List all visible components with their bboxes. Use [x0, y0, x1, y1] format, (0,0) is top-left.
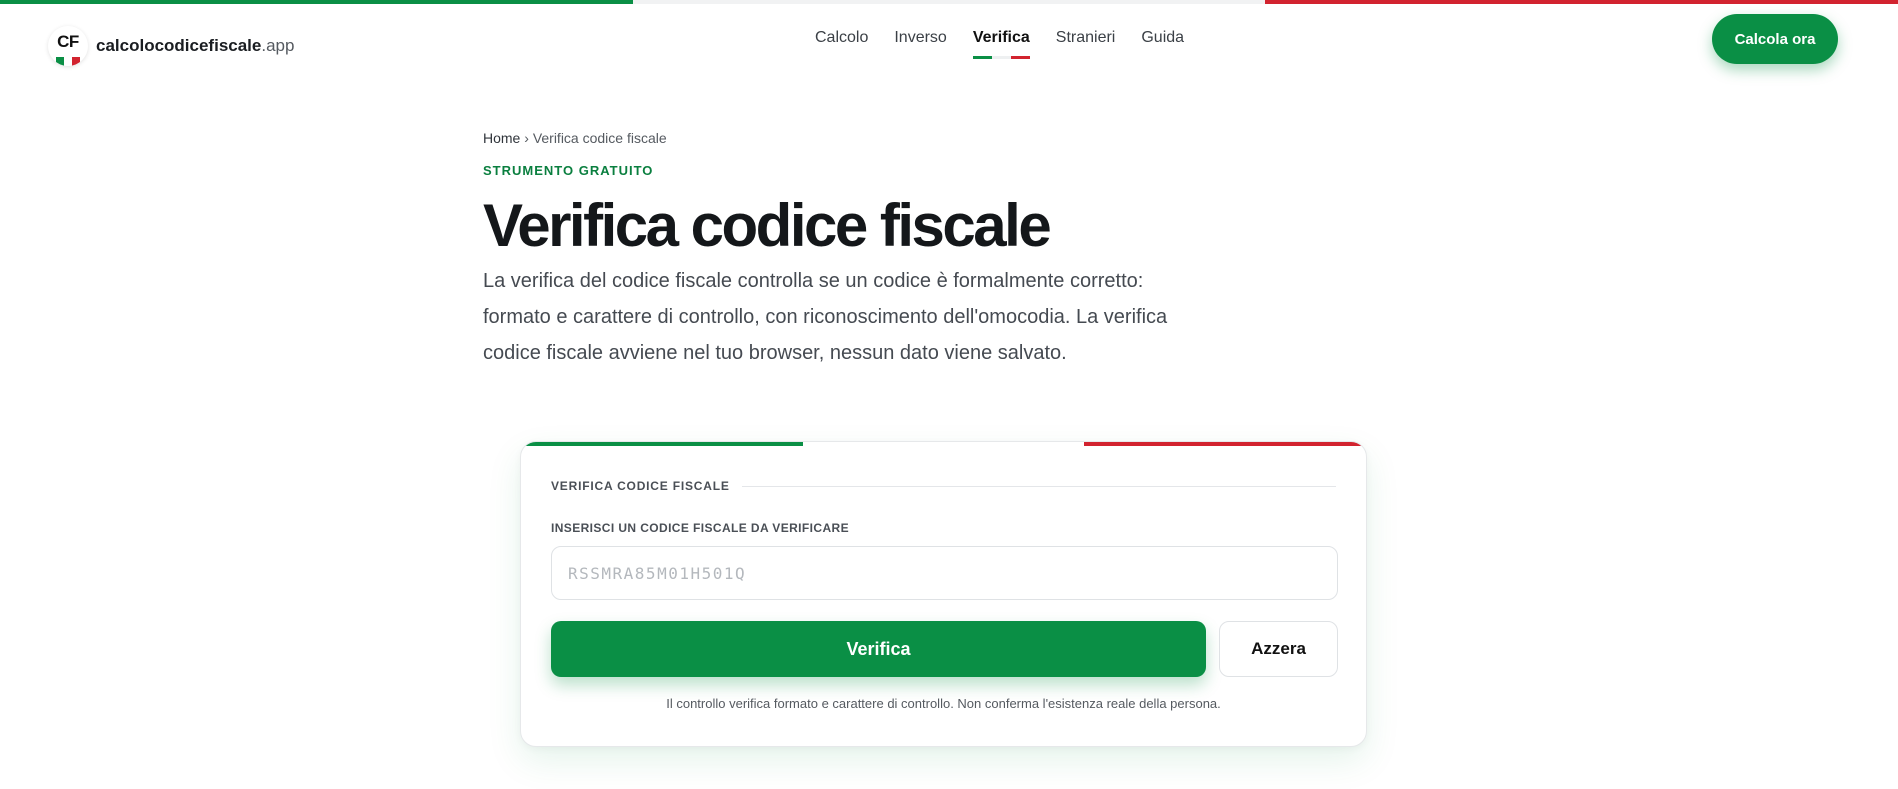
page-title: Verifica codice fiscale [483, 192, 1052, 259]
logo-icon: CF [48, 26, 88, 66]
verifica-button[interactable]: Verifica [551, 621, 1206, 677]
codice-fiscale-field-label: INSERISCI UN CODICE FISCALE DA VERIFICAR… [551, 521, 849, 535]
nav-item-verifica-label: Verifica [972, 29, 1030, 46]
breadcrumb: Home › Verifica codice fiscale [483, 130, 1203, 146]
brand-tld: .app [261, 36, 295, 55]
codice-fiscale-input[interactable] [551, 546, 1338, 600]
nav-item-inverso[interactable]: Inverso [894, 29, 946, 47]
brand-link[interactable]: CF calcolocodicefiscale.app [48, 26, 294, 66]
card-title: VERIFICA CODICE FISCALE [551, 479, 730, 493]
eyebrow-label: STRUMENTO GRATUITO [483, 163, 654, 178]
nav-item-calcolo[interactable]: Calcolo [815, 29, 868, 47]
breadcrumb-separator: › [520, 130, 533, 146]
main-nav: Calcolo Inverso Verifica Stranieri Guida [815, 29, 1184, 59]
lead-paragraph: La verifica del codice fiscale controlla… [483, 270, 1168, 364]
brand-name: calcolocodicefiscale.app [96, 36, 294, 56]
logo-flag [56, 57, 80, 66]
breadcrumb-current: Verifica codice fiscale [532, 130, 667, 146]
active-nav-underline [972, 56, 1030, 59]
logo-text: CF [57, 32, 79, 51]
nav-item-verifica[interactable]: Verifica [972, 29, 1030, 59]
disclaimer-note: Il controllo verifica formato e caratter… [666, 696, 1221, 711]
breadcrumb-home-link[interactable]: Home [483, 130, 520, 146]
nav-item-stranieri[interactable]: Stranieri [1056, 29, 1116, 47]
card-flag-stripe [521, 442, 1366, 446]
main-content: Home › Verifica codice fiscale STRUMENTO… [483, 130, 1203, 371]
calcola-ora-button[interactable]: Calcola ora [1712, 14, 1838, 64]
brand-name-main: calcolocodicefiscale [96, 36, 262, 55]
site-header: CF calcolocodicefiscale.app Calcolo Inve… [0, 4, 1898, 74]
verify-card: VERIFICA CODICE FISCALE INSERISCI UN COD… [520, 441, 1367, 747]
nav-item-guida[interactable]: Guida [1141, 29, 1184, 47]
card-header: VERIFICA CODICE FISCALE [551, 479, 1336, 493]
card-header-divider [741, 485, 1336, 487]
azzera-button[interactable]: Azzera [1219, 621, 1338, 677]
